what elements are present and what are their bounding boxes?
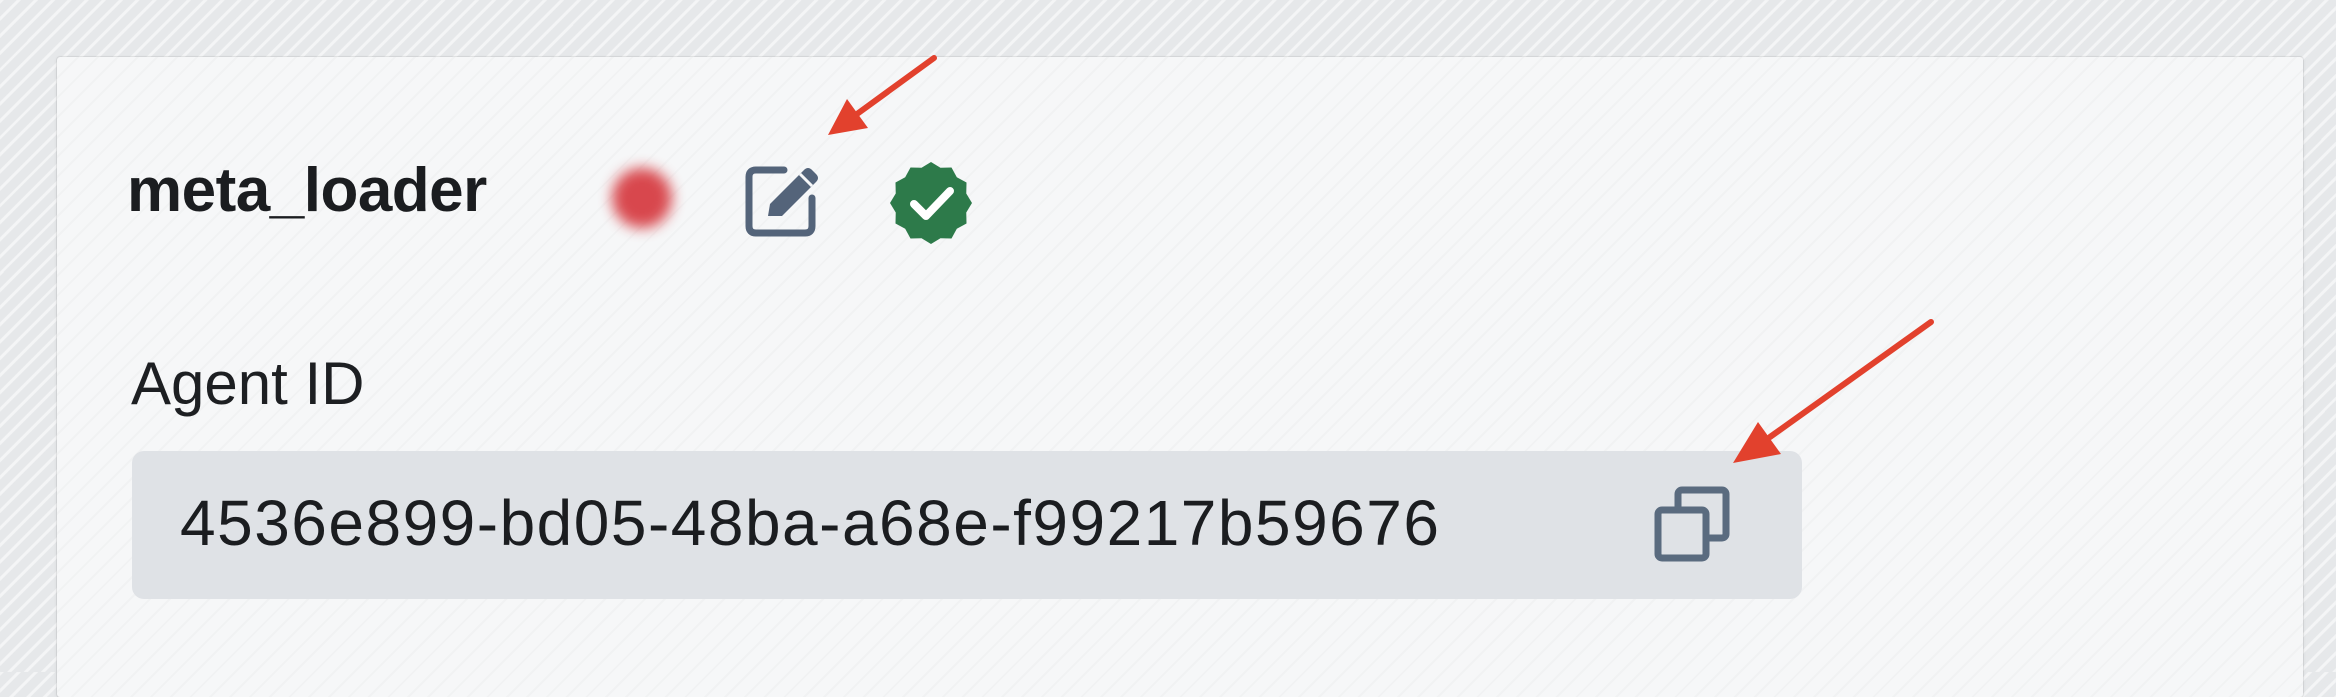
- verified-badge: [888, 160, 974, 246]
- edit-icon: [745, 166, 818, 237]
- agent-card: [57, 57, 2303, 697]
- agent-id-value[interactable]: 4536e899-bd05-48ba-a68e-f99217b59676: [180, 491, 1440, 555]
- copy-icon: [1654, 486, 1730, 562]
- copy-button[interactable]: [1648, 482, 1736, 570]
- agent-id-label: Agent ID: [131, 350, 365, 417]
- agent-name: meta_loader: [127, 156, 487, 225]
- status-indicator: [612, 168, 672, 228]
- verified-badge-icon: [890, 162, 972, 244]
- edit-button[interactable]: [738, 158, 824, 244]
